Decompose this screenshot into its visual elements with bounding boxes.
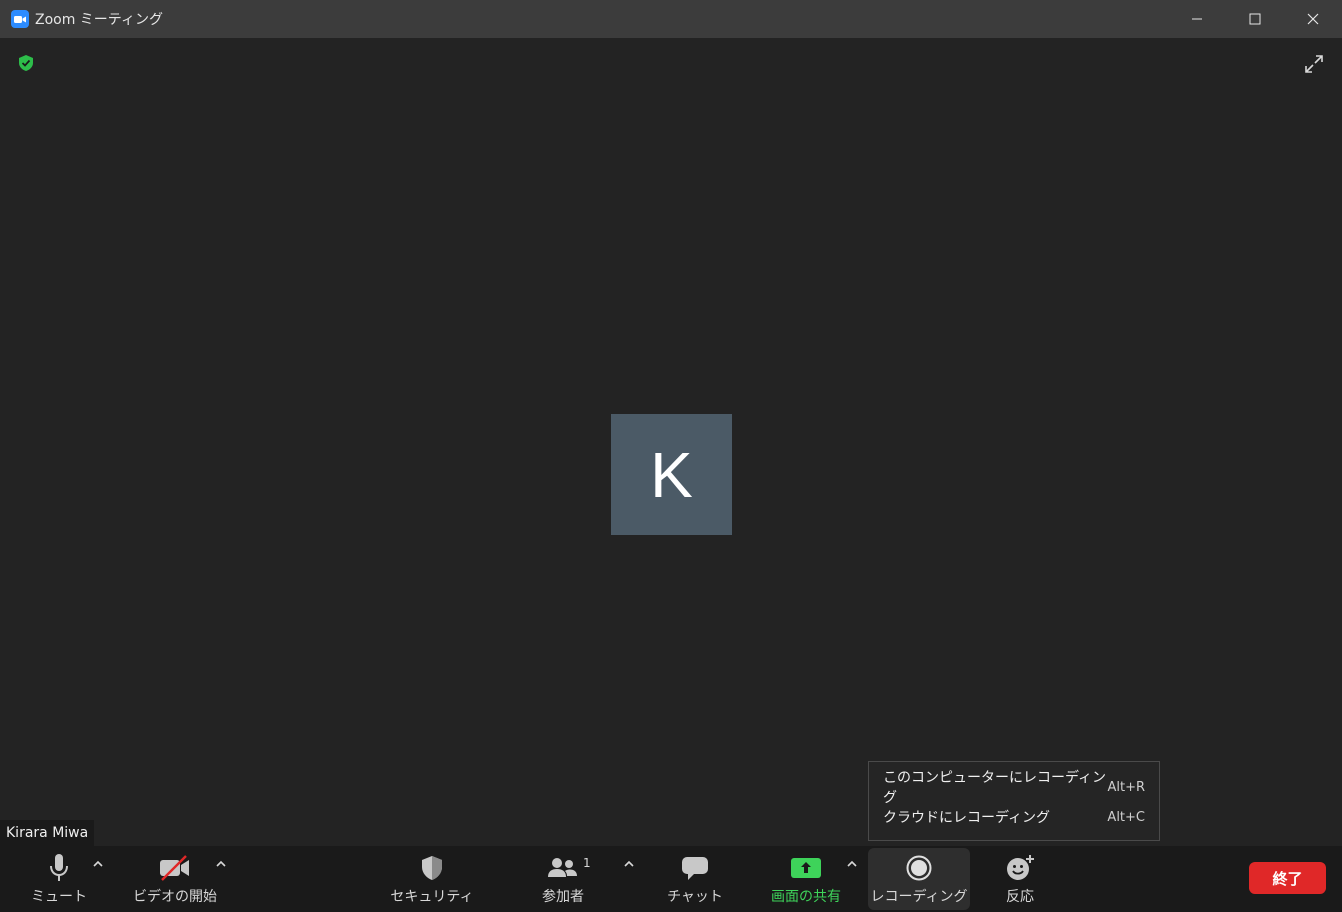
chat-button[interactable]: チャット [662,846,728,912]
reactions-label: 反応 [1006,889,1034,905]
zoom-app-icon [11,10,29,28]
record-local-shortcut: Alt+R [1107,779,1145,795]
maximize-button[interactable] [1226,0,1284,38]
start-video-label: ビデオの開始 [133,889,217,905]
video-off-icon [158,852,192,884]
participant-avatar: K [611,414,732,535]
security-button[interactable]: セキュリティ [390,846,474,912]
record-local-label: このコンピューターにレコーディング [883,770,1107,806]
recording-menu: このコンピューターにレコーディング Alt+R クラウドにレコーディング Alt… [868,761,1160,841]
video-area: K Kirara Miwa [0,38,1342,846]
chat-bubble-icon [681,852,709,884]
record-label: レコーディング [870,889,968,905]
video-options-caret[interactable] [214,856,228,870]
mute-button[interactable]: ミュート [24,846,94,912]
chat-label: チャット [667,889,723,905]
record-button[interactable]: レコーディング [868,846,970,912]
chevron-up-icon [624,860,634,867]
participant-name-tag: Kirara Miwa [0,820,95,846]
record-cloud-shortcut: Alt+C [1107,809,1145,825]
window-controls [1168,0,1342,38]
mute-label: ミュート [31,889,87,905]
share-screen-button[interactable]: 画面の共有 [762,846,850,912]
participants-count: 1 [583,856,591,870]
chevron-up-icon [847,860,857,867]
participants-icon [546,852,580,884]
title-bar: Zoom ミーティング [0,0,1342,38]
close-icon [1307,13,1319,25]
chevron-up-icon [93,860,103,867]
audio-options-caret[interactable] [91,856,105,870]
minimize-button[interactable] [1168,0,1226,38]
participants-options-caret[interactable] [622,856,636,870]
end-meeting-button[interactable]: 終了 [1249,862,1326,894]
record-cloud-label: クラウドにレコーディング [883,810,1051,826]
start-video-button[interactable]: ビデオの開始 [130,846,220,912]
meeting-toolbar: ミュート ビデオの開始 セキュリティ 参加者 1 チャット 画面の共有 レコーデ… [0,846,1342,912]
share-screen-label: 画面の共有 [771,889,841,905]
security-shield-icon [420,852,444,884]
add-reaction-icon [1005,852,1035,884]
record-icon [905,852,933,884]
encryption-shield-icon[interactable] [17,54,35,72]
chevron-up-icon [216,860,226,867]
fullscreen-icon[interactable] [1302,52,1326,76]
minimize-icon [1192,18,1202,20]
record-cloud-menu-item[interactable]: クラウドにレコーディング Alt+C [883,806,1145,828]
reactions-button[interactable]: 反応 [990,846,1050,912]
security-label: セキュリティ [390,889,474,905]
window-title: Zoom ミーティング [35,12,163,28]
microphone-icon [47,852,71,884]
record-local-menu-item[interactable]: このコンピューターにレコーディング Alt+R [883,770,1145,806]
share-options-caret[interactable] [845,856,859,870]
close-button[interactable] [1284,0,1342,38]
participants-label: 参加者 [542,889,584,905]
share-screen-icon [790,852,822,884]
maximize-icon [1249,13,1261,25]
